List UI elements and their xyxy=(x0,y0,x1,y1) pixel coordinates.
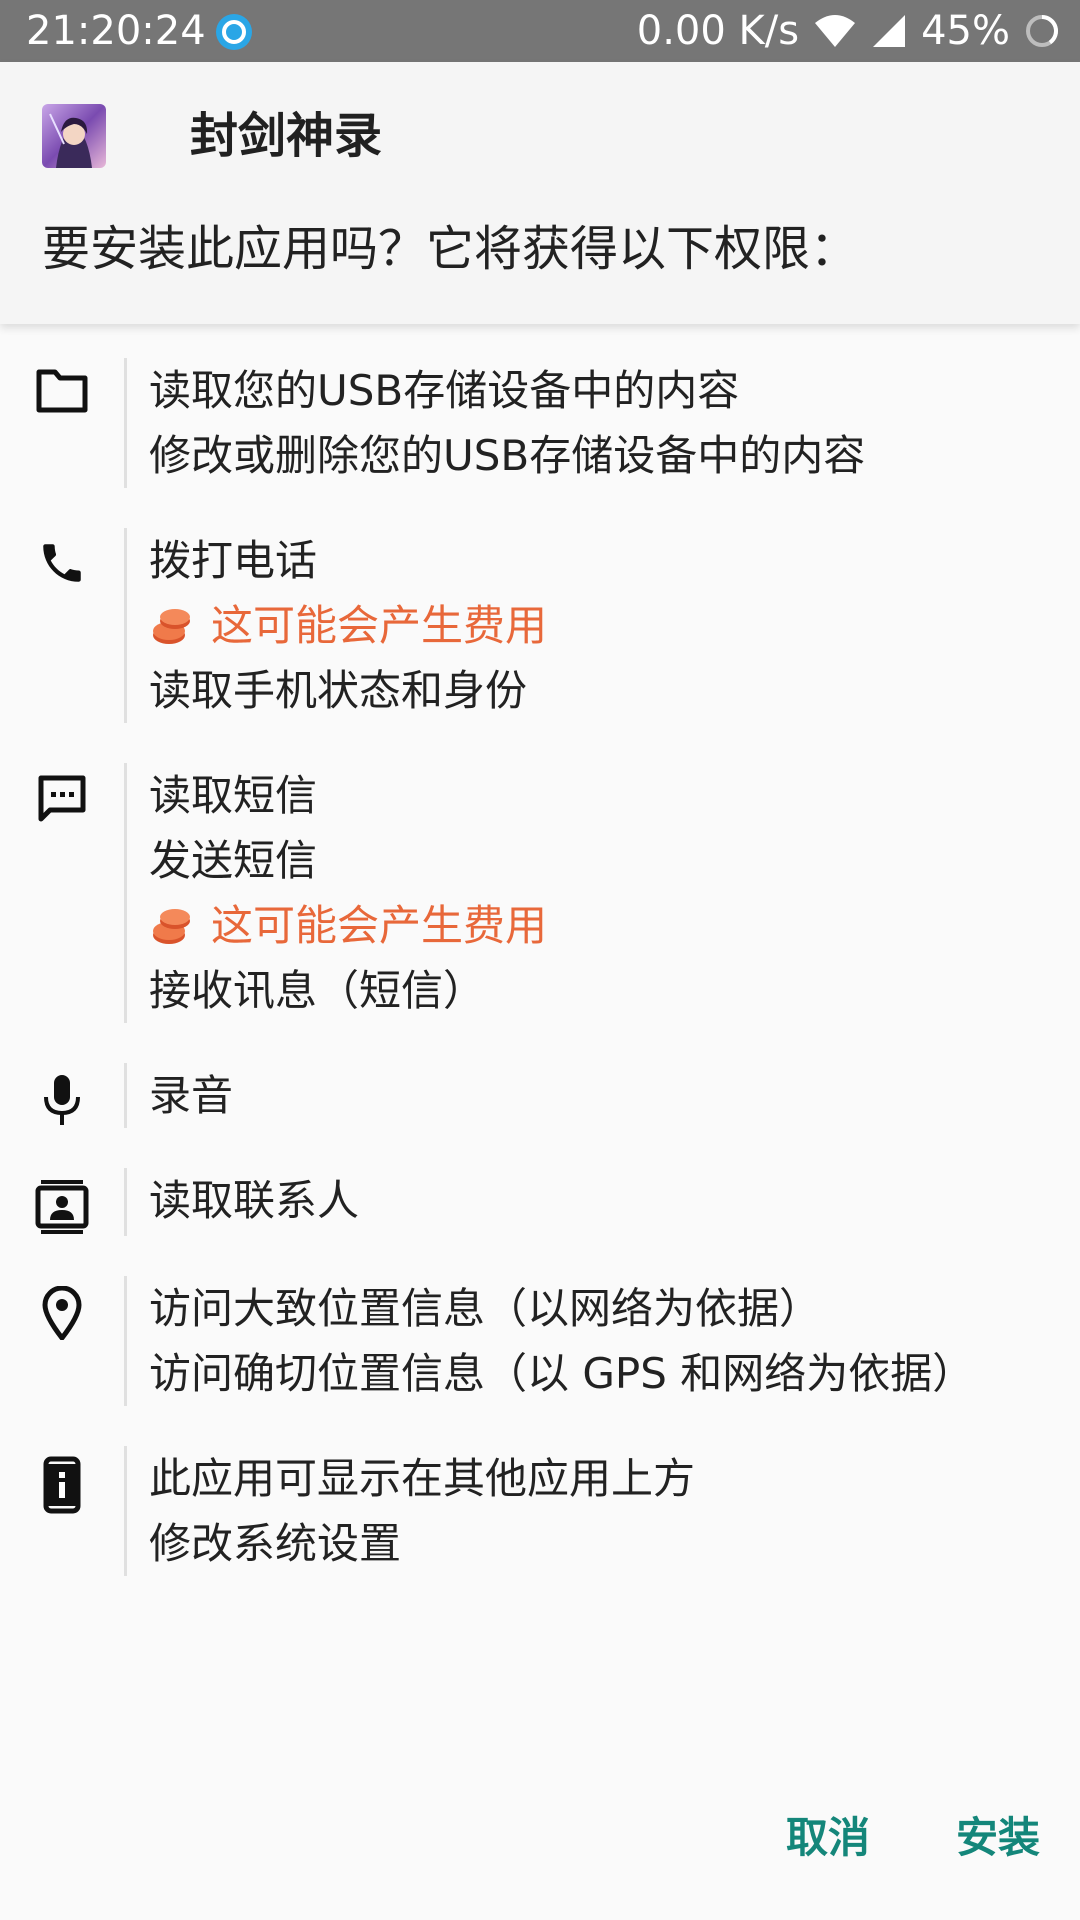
status-bar: 21:20:24 0.00 K/s 45% xyxy=(0,0,1080,62)
app-name: 封剑神录 xyxy=(190,108,383,164)
microphone-icon xyxy=(0,1063,124,1128)
permission-text: 读取联系人 xyxy=(149,1176,360,1225)
install-header: 封剑神录 要安装此应用吗？它将获得以下权限： xyxy=(0,62,1080,324)
network-speed: 0.00 K/s xyxy=(636,8,800,54)
cost-warning-text: 这可能会产生费用 xyxy=(211,601,548,650)
permission-group-storage: 读取您的USB存储设备中的内容 修改或删除您的USB存储设备中的内容 xyxy=(0,358,1080,488)
wifi-icon xyxy=(813,13,857,49)
dialog-buttons: 取消 安装 xyxy=(786,1810,1040,1866)
permission-text: 修改系统设置 xyxy=(149,1519,402,1568)
notification-app-icon xyxy=(214,12,254,52)
permission-text: 访问确切位置信息（以 GPS 和网络为依据） xyxy=(149,1349,975,1398)
coins-icon xyxy=(153,608,190,644)
status-time: 21:20:24 xyxy=(26,8,206,54)
contacts-icon xyxy=(0,1168,124,1236)
permission-text: 发送短信 xyxy=(149,836,318,885)
device-info-icon xyxy=(0,1446,124,1576)
permission-text: 接收讯息（短信） xyxy=(149,966,486,1015)
folder-icon xyxy=(0,358,124,488)
permission-group-location: 访问大致位置信息（以网络为依据） 访问确切位置信息（以 GPS 和网络为依据） xyxy=(0,1276,1080,1406)
battery-icon xyxy=(1024,13,1060,49)
location-pin-icon xyxy=(0,1276,124,1406)
permission-group-system: 此应用可显示在其他应用上方 修改系统设置 xyxy=(0,1446,1080,1576)
permission-group-phone: 拨打电话 这可能会产生费用 读取手机状态和身份 xyxy=(0,528,1080,723)
cost-warning: 这可能会产生费用 xyxy=(149,893,1049,958)
permission-text: 修改或删除您的USB存储设备中的内容 xyxy=(149,431,866,480)
cancel-button[interactable]: 取消 xyxy=(786,1810,870,1866)
coins-icon xyxy=(153,908,190,944)
permission-text: 访问大致位置信息（以网络为依据） xyxy=(149,1284,822,1333)
permission-text: 读取手机状态和身份 xyxy=(149,666,528,715)
install-prompt: 要安装此应用吗？它将获得以下权限： xyxy=(42,221,859,277)
permission-text: 读取您的USB存储设备中的内容 xyxy=(149,366,740,415)
phone-icon xyxy=(0,528,124,723)
permission-group-microphone: 录音 xyxy=(0,1063,1080,1128)
cost-warning: 这可能会产生费用 xyxy=(149,593,1049,658)
permission-group-sms: 读取短信 发送短信 这可能会产生费用 接收讯息（短信） xyxy=(0,763,1080,1023)
cost-warning-text: 这可能会产生费用 xyxy=(211,901,548,950)
permission-text: 此应用可显示在其他应用上方 xyxy=(149,1454,696,1503)
install-button[interactable]: 安装 xyxy=(956,1810,1040,1866)
permission-text: 录音 xyxy=(149,1071,234,1120)
permission-list: 读取您的USB存储设备中的内容 修改或删除您的USB存储设备中的内容 拨打电话 … xyxy=(0,358,1080,1616)
battery-percent: 45% xyxy=(921,8,1010,54)
app-icon xyxy=(42,104,106,168)
message-icon xyxy=(0,763,124,1023)
cellular-signal-icon xyxy=(871,13,907,49)
permission-text: 读取短信 xyxy=(149,771,318,820)
permission-text: 拨打电话 xyxy=(149,536,318,585)
permission-group-contacts: 读取联系人 xyxy=(0,1168,1080,1236)
